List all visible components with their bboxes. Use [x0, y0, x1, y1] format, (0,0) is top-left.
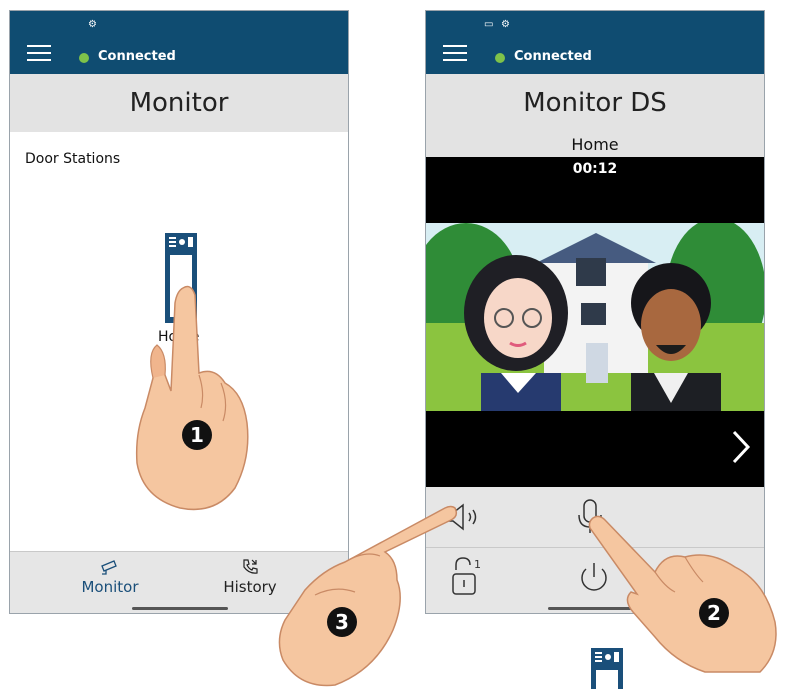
top-bar: ▭ ⚙ Connected [426, 11, 764, 74]
menu-icon[interactable] [27, 45, 51, 65]
callout-badge-1: 1 [182, 420, 212, 450]
page-title: Monitor [10, 74, 348, 132]
connection-status-dot [79, 53, 89, 63]
connection-status-dot [495, 53, 505, 63]
camera-icon [65, 558, 155, 578]
pointing-hand-illustration [135, 285, 249, 511]
door-station-icon [591, 648, 623, 689]
page-title: Monitor DS [426, 74, 764, 132]
connection-status-label: Connected [98, 49, 176, 64]
tab-history-label: History [223, 578, 277, 596]
video-image [426, 223, 764, 411]
callout-badge-3: 3 [327, 607, 357, 637]
home-indicator [132, 607, 228, 610]
menu-icon[interactable] [443, 45, 467, 65]
callout-badge-2: 2 [699, 598, 729, 628]
notification-icon: ⚙ [88, 19, 97, 30]
tab-monitor[interactable]: Monitor [65, 558, 155, 596]
unlock-number: 1 [474, 558, 481, 571]
video-status-icon: ▭ [484, 19, 494, 30]
call-timer: 00:12 [572, 161, 618, 177]
section-label-door-stations: Door Stations [25, 151, 121, 167]
video-feed: 00:12 [426, 157, 764, 487]
tab-monitor-label: Monitor [81, 578, 139, 596]
top-bar: ⚙ Connected [10, 11, 348, 74]
next-camera-button[interactable] [730, 429, 752, 465]
notification-icon: ⚙ [501, 19, 510, 30]
connection-status-label: Connected [514, 49, 592, 64]
door-station-place: Home [426, 132, 764, 157]
pointing-hand-illustration [278, 505, 458, 687]
